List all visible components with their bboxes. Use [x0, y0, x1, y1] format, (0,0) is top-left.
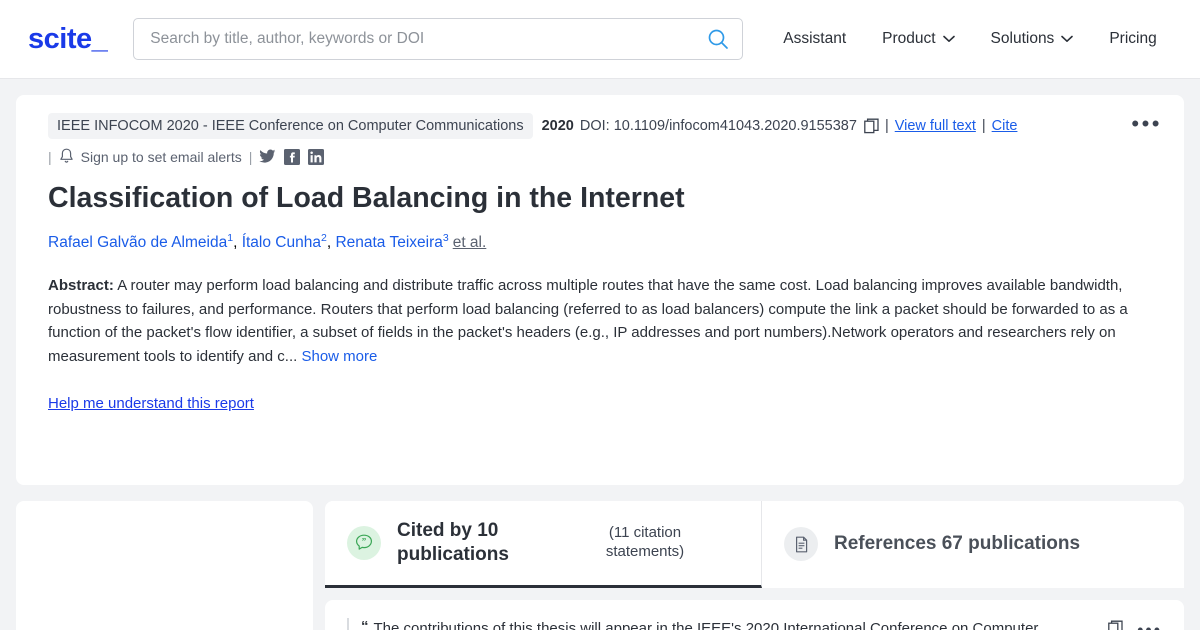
lower-section: ” Cited by 10 publications (11 citation … [16, 501, 1184, 630]
abstract-label: Abstract: [48, 277, 114, 295]
copy-icon [864, 118, 879, 134]
bell-icon [59, 148, 73, 163]
citations-column: ” Cited by 10 publications (11 citation … [325, 501, 1184, 630]
abstract-text: A router may perform load balancing and … [48, 277, 1128, 366]
quote-bubble-icon: ” [347, 525, 381, 560]
cite-link[interactable]: Cite [992, 118, 1018, 134]
chevron-down-icon [1061, 35, 1074, 42]
page-content: ••• IEEE INFOCOM 2020 - IEEE Conference … [0, 79, 1200, 630]
view-full-text-link[interactable]: View full text [895, 118, 976, 134]
copy-icon [1108, 620, 1123, 630]
search-button[interactable] [703, 24, 733, 54]
share-facebook-button[interactable] [283, 148, 300, 165]
tab-cited-by[interactable]: ” Cited by 10 publications (11 citation … [325, 501, 762, 588]
page-title: Classification of Load Balancing in the … [48, 182, 685, 214]
nav-label-assistant: Assistant [783, 30, 847, 47]
author-comma-1: , [233, 234, 238, 252]
citation-statement-card: “ The contributions of this thesis will … [325, 599, 1184, 630]
linkedin-icon [307, 148, 324, 165]
journal-name: IEEE INFOCOM 2020 - IEEE Conference on C… [48, 113, 533, 139]
meta-separator-2: | [981, 118, 986, 134]
nav-item-product[interactable]: Product [864, 22, 972, 56]
sidebar-panel [16, 501, 313, 630]
share-linkedin-button[interactable] [307, 148, 324, 165]
et-al-link[interactable]: et al. [453, 234, 487, 251]
copy-citation-button[interactable] [1108, 620, 1123, 630]
search-icon [708, 29, 729, 49]
doi-text: DOI: 10.1109/infocom41043.2020.9155387 [579, 118, 857, 134]
citation-tabs: ” Cited by 10 publications (11 citation … [325, 501, 1184, 588]
author-link-1[interactable]: Rafael Galvão de Almeida1 [48, 232, 233, 252]
meta-separator-1: | [884, 118, 889, 134]
chevron-down-icon [942, 35, 955, 42]
publication-year: 2020 [541, 118, 574, 134]
nav-item-solutions[interactable]: Solutions [973, 22, 1092, 56]
help-understand-report-link[interactable]: Help me understand this report [48, 395, 254, 412]
show-more-link[interactable]: Show more [301, 348, 377, 365]
share-twitter-button[interactable] [259, 148, 276, 165]
author-list: Rafael Galvão de Almeida1, Ítalo Cunha2,… [48, 231, 1160, 254]
tab-references[interactable]: References 67 publications [762, 501, 1184, 588]
twitter-icon [259, 149, 276, 163]
author-link-3[interactable]: Renata Teixeira3 [335, 232, 449, 252]
speech-bubble-icon: ” [356, 534, 372, 550]
svg-text:”: ” [362, 536, 367, 546]
author-link-2[interactable]: Ítalo Cunha2 [241, 232, 327, 252]
nav-item-pricing[interactable]: Pricing [1091, 22, 1174, 56]
site-header: scite_ Assistant Product Solutions Pr [0, 0, 1200, 79]
author-name-1: Rafael Galvão de Almeida [48, 234, 228, 252]
paper-more-options-button[interactable]: ••• [1131, 113, 1162, 135]
document-icon-wrapper [784, 527, 818, 562]
nav-label-solutions: Solutions [990, 30, 1055, 47]
email-alerts-row: | Sign up to set email alerts | [48, 148, 1160, 165]
tab-cited-by-title: Cited by 10 publications [397, 520, 509, 565]
main-navigation: Assistant Product Solutions Pricing [765, 22, 1174, 56]
citation-row: “ The contributions of this thesis will … [347, 617, 1162, 630]
paper-metadata-row: IEEE INFOCOM 2020 - IEEE Conference on C… [48, 113, 1160, 139]
document-icon [795, 536, 807, 553]
email-alerts-label[interactable]: Sign up to set email alerts [81, 149, 242, 165]
nav-label-pricing: Pricing [1109, 30, 1157, 47]
tab-references-title: References 67 publications [834, 533, 1081, 555]
author-name-2: Ítalo Cunha [241, 234, 321, 252]
citation-actions: ••• [1108, 618, 1162, 630]
quote-mark-icon: “ [361, 617, 369, 630]
author-comma-2: , [326, 234, 332, 252]
search-input[interactable] [133, 18, 744, 60]
scite-logo[interactable]: scite_ [28, 23, 108, 56]
paper-detail-card: ••• IEEE INFOCOM 2020 - IEEE Conference … [16, 95, 1184, 485]
copy-doi-button[interactable] [864, 118, 879, 134]
nav-item-assistant[interactable]: Assistant [765, 22, 864, 56]
citation-more-options-button[interactable]: ••• [1137, 621, 1162, 630]
alerts-separator-1: | [48, 148, 52, 165]
author-affiliation-3: 3 [442, 232, 449, 245]
nav-label-product: Product [882, 30, 936, 47]
citation-statement-text: The contributions of this thesis will ap… [373, 619, 1039, 630]
author-name-3: Renata Teixeira [335, 234, 443, 252]
citation-accent-bar [347, 617, 349, 630]
abstract-section: Abstract: A router may perform load bala… [48, 274, 1160, 369]
alerts-separator-2: | [248, 148, 253, 165]
search-container [133, 18, 744, 60]
tab-cited-by-subtitle: (11 citation statements) [605, 524, 685, 560]
facebook-icon [283, 148, 300, 165]
